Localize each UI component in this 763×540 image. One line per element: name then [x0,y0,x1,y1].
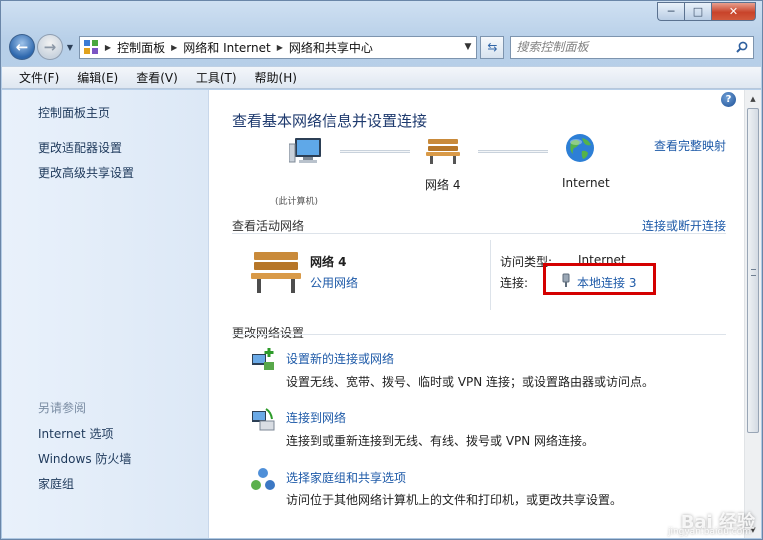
minimize-button[interactable]: ─ [657,2,684,21]
this-computer-label: (此计算机) [275,197,319,207]
sidebar-link-homegroup[interactable]: 家庭组 [38,475,74,492]
scroll-up-icon[interactable]: ▲ [745,90,761,107]
content-area: 控制面板主页 更改适配器设置 更改高级共享设置 另请参阅 Internet 选项… [2,90,761,538]
breadcrumb-control-panel[interactable]: 控制面板 [117,39,165,56]
vertical-divider [490,240,491,310]
breadcrumb-separator-icon[interactable]: ▶ [277,43,283,52]
change-settings-heading: 更改网络设置 [232,326,305,340]
menu-file[interactable]: 文件(F) [10,69,68,86]
connect-network-icon[interactable] [250,407,276,433]
close-button[interactable]: ✕ [711,2,756,21]
menu-tools[interactable]: 工具(T) [187,69,246,86]
task-connect-network-desc: 连接到或重新连接到无线、有线、拨号或 VPN 网络连接。 [286,434,595,448]
view-full-map-link[interactable]: 查看完整映射 [654,137,726,154]
vertical-scrollbar[interactable]: ▲ ▼ [744,90,761,538]
back-button[interactable]: ← [9,34,35,60]
connection-label: 连接: [500,276,529,290]
annotation-highlight-box [543,263,656,295]
sidebar-link-control-panel-home[interactable]: 控制面板主页 [38,104,110,121]
watermark-site: jingyan.baidu.com [667,527,751,537]
network-bench-icon[interactable] [425,137,461,165]
task-setup-connection[interactable]: 设置新的连接或网络 [286,350,394,367]
scrollbar-thumb[interactable] [747,108,759,433]
task-homegroup-sharing[interactable]: 选择家庭组和共享选项 [286,469,406,486]
navigation-bar: ← → ▼ ▶ 控制面板 ▶ 网络和 Internet ▶ 网络和共享中心 ▼ … [9,33,754,61]
task-setup-connection-desc: 设置无线、宽带、拨号、临时或 VPN 连接；或设置路由器或访问点。 [286,375,655,389]
maximize-button[interactable]: □ [684,2,711,21]
search-input[interactable] [516,40,736,54]
active-network-bench-icon[interactable] [250,250,302,294]
breadcrumb-separator-icon[interactable]: ▶ [105,43,111,52]
sidebar-link-change-adapter-settings[interactable]: 更改适配器设置 [38,139,122,156]
address-dropdown-icon[interactable]: ▼ [464,42,471,52]
task-sidebar: 控制面板主页 更改适配器设置 更改高级共享设置 另请参阅 Internet 选项… [2,90,209,538]
forward-button[interactable]: → [36,34,63,60]
page-title: 查看基本网络信息并设置连接 [232,112,428,130]
network-type-link[interactable]: 公用网络 [310,274,358,291]
map-connector-line [478,150,548,153]
section-divider [232,334,726,335]
main-panel: ? 查看基本网络信息并设置连接 查看完整映射 (此计算机) 网络 4 Inter… [209,90,761,538]
computer-icon[interactable] [289,136,323,166]
map-connector-line [340,150,410,153]
breadcrumb-network-internet[interactable]: 网络和 Internet [183,39,270,56]
task-homegroup-sharing-desc: 访问位于其他网络计算机上的文件和打印机，或更改共享设置。 [286,493,623,507]
breadcrumb-network-sharing-center[interactable]: 网络和共享中心 [289,39,373,56]
active-networks-heading: 查看活动网络 [232,219,305,233]
sidebar-link-advanced-sharing[interactable]: 更改高级共享设置 [38,164,134,181]
search-box[interactable] [510,35,754,59]
section-divider [232,233,726,234]
menu-help[interactable]: 帮助(H) [246,69,306,86]
control-panel-window: ─ □ ✕ ← → ▼ ▶ 控制面板 ▶ 网络和 Internet ▶ 网络和共… [0,0,763,540]
homegroup-sharing-icon[interactable] [250,467,276,493]
search-icon[interactable] [736,41,748,53]
see-also-heading: 另请参阅 [38,401,87,415]
window-caption-buttons: ─ □ ✕ [657,2,756,21]
recent-pages-dropdown[interactable]: ▼ [64,43,76,52]
connect-disconnect-link[interactable]: 连接或断开连接 [642,217,726,234]
map-internet-label: Internet [562,176,610,190]
menu-edit[interactable]: 编辑(E) [68,69,127,86]
network-center-icon [83,40,98,54]
refresh-button[interactable]: ⇆ [480,35,505,59]
active-network-name: 网络 4 [310,255,347,269]
address-bar[interactable]: ▶ 控制面板 ▶ 网络和 Internet ▶ 网络和共享中心 ▼ [78,35,478,59]
help-icon[interactable]: ? [721,92,736,107]
breadcrumb-separator-icon[interactable]: ▶ [171,43,177,52]
menu-bar: 文件(F) 编辑(E) 查看(V) 工具(T) 帮助(H) [2,66,761,89]
task-connect-network[interactable]: 连接到网络 [286,409,346,426]
sidebar-link-windows-firewall[interactable]: Windows 防火墙 [38,450,131,467]
sidebar-link-internet-options[interactable]: Internet 选项 [38,425,113,442]
menu-view[interactable]: 查看(V) [127,69,187,86]
map-network-label: 网络 4 [425,178,461,192]
internet-globe-icon[interactable] [565,133,595,165]
new-connection-icon[interactable] [250,348,276,374]
